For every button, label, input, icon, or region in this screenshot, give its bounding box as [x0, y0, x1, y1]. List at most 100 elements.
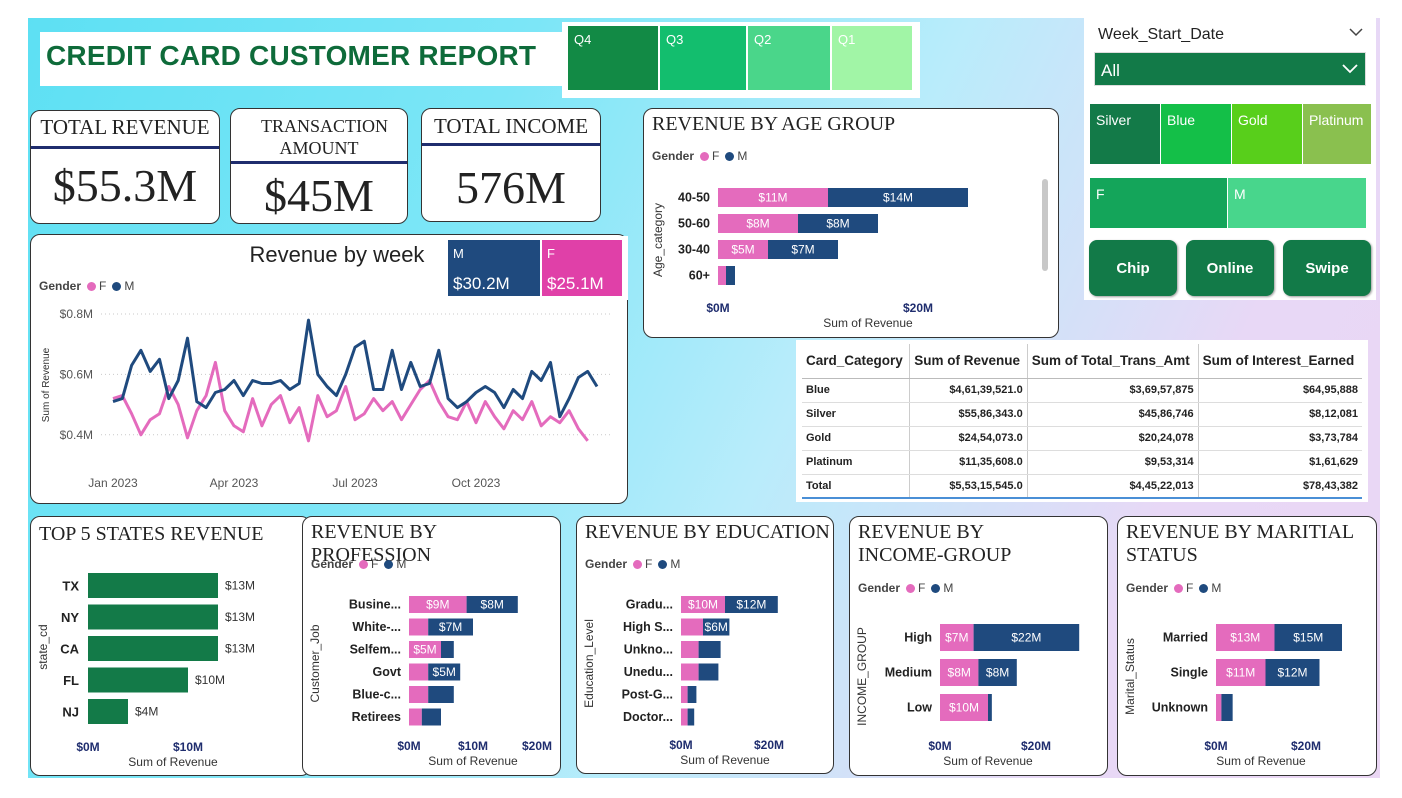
income-bar-chart: High $7M $22M Medium $8M $8M Low $10M $0M $20MSum…: [855, 624, 1080, 768]
kpi-total-income: TOTAL INCOME 576M: [421, 108, 601, 222]
data-label: $7M: [945, 631, 968, 645]
category-label: 40-50: [678, 191, 710, 205]
category-label: 30-40: [678, 243, 710, 257]
table-cell: $45,86,746: [1026, 402, 1199, 427]
table-cell: $9,53,314: [1026, 450, 1199, 475]
age-bar-chart: 40-50 $11M $14M 50-60 $8M $8M 30-40 $5M $7M 60+ $0…: [651, 188, 968, 330]
payment-online-button[interactable]: Online: [1186, 240, 1274, 296]
gender-slicer-f[interactable]: F: [1090, 178, 1227, 228]
x-tick-label: $0M: [76, 740, 99, 754]
y-tick-label: $0.8M: [60, 307, 93, 321]
payment-swipe-button[interactable]: Swipe: [1283, 240, 1371, 296]
data-label: $15M: [1293, 631, 1323, 645]
quarter-q1[interactable]: Q1: [832, 26, 912, 90]
bar: [88, 667, 188, 693]
gender-card-value: $25.1M: [547, 274, 604, 293]
card-category-table: Card_Category Sum of Revenue Sum of Total_…: [796, 340, 1368, 502]
table-cell: $3,69,57,875: [1026, 378, 1199, 403]
x-axis-title: Sum of Revenue: [680, 753, 770, 767]
card-slicer-gold[interactable]: Gold: [1232, 104, 1302, 164]
table-cell: Total: [802, 473, 910, 499]
slicer-label: Blue: [1167, 112, 1196, 128]
bar-f: [1216, 694, 1222, 721]
kpi-value: 576M: [456, 162, 566, 213]
x-axis-title: Sum of Revenue: [1216, 754, 1306, 768]
y-axis-title: Age_category: [651, 203, 665, 277]
kpi-title: TOTAL INCOME: [433, 114, 589, 138]
bar-m: [687, 686, 697, 703]
data-label: $13M: [225, 610, 255, 624]
kpi-value: $55.3M: [52, 160, 198, 211]
education-card: REVENUE BY EDUCATION Gender F M Gradu... $1…: [576, 516, 834, 774]
data-label: $10M: [949, 701, 979, 715]
data-label: $22M: [1011, 631, 1041, 645]
x-tick-label: $10M: [173, 740, 203, 754]
table-cell: Platinum: [802, 450, 910, 475]
category-label: Unkno...: [624, 643, 673, 657]
week-legend: Gender F M: [39, 279, 134, 293]
bar-f: [681, 686, 688, 703]
table-row: Platinum $11,35,608.0 $9,53,314 $1,61,629: [802, 450, 1362, 475]
week-filter-dropdown[interactable]: All: [1094, 52, 1366, 86]
quarter-q3[interactable]: Q3: [660, 26, 746, 90]
column-header[interactable]: Card_Category: [802, 344, 910, 379]
kpi-divider: [231, 161, 407, 164]
category-label: Busine...: [349, 598, 401, 612]
data-label: $8M: [746, 217, 769, 231]
category-label: Doctor...: [623, 710, 673, 724]
quarter-q2[interactable]: Q2: [748, 26, 830, 90]
x-tick-label: Jan 2023: [88, 476, 138, 490]
y-axis-title: Sum of Revenue: [41, 347, 52, 422]
x-tick-label: $0M: [669, 738, 692, 752]
data-label: $13M: [1230, 631, 1260, 645]
payment-chip-button[interactable]: Chip: [1089, 240, 1177, 296]
data-label: $13M: [225, 642, 255, 656]
y-axis-title: INCOME_GROUP: [855, 627, 869, 726]
series-line-f: [112, 360, 589, 443]
category-label: TX: [62, 579, 79, 594]
bar: [88, 573, 218, 598]
x-tick-label: $20M: [754, 738, 784, 752]
bar-f: [681, 618, 703, 636]
card-slicer-silver[interactable]: Silver: [1090, 104, 1160, 164]
category-label: Govt: [373, 665, 402, 679]
x-axis-title: Sum of Revenue: [943, 754, 1033, 768]
bar-m: [1221, 694, 1233, 721]
table-cell: Blue: [802, 378, 910, 403]
report-title: CREDIT CARD CUSTOMER REPORT: [46, 40, 537, 71]
table-cell: $4,61,39,521.0: [909, 378, 1028, 403]
category-label: 50-60: [678, 217, 710, 231]
column-header[interactable]: Sum of Revenue: [909, 344, 1028, 379]
bar-f: [409, 663, 429, 681]
column-header[interactable]: Sum of Interest_Earned: [1197, 344, 1362, 379]
y-tick-label: $0.6M: [60, 367, 93, 381]
kpi-title: TOTAL REVENUE: [40, 115, 210, 139]
gender-slicer-m[interactable]: M: [1228, 178, 1366, 228]
kpi-divider: [31, 146, 219, 149]
table-cell: $4,45,22,013: [1026, 473, 1199, 499]
category-label: Single: [1170, 666, 1208, 680]
category-label: High: [904, 631, 932, 645]
data-label: $8M: [948, 666, 971, 680]
card-slicer-blue[interactable]: Blue: [1161, 104, 1231, 164]
report-title-box: CREDIT CARD CUSTOMER REPORT: [40, 32, 562, 86]
x-tick-label: $20M: [1291, 739, 1321, 753]
table-header-row: Card_Category Sum of Revenue Sum of Total_…: [802, 344, 1362, 379]
scrollbar[interactable]: [1042, 179, 1048, 271]
slicer-label: F: [1096, 186, 1105, 202]
x-tick-label: $0M: [928, 739, 951, 753]
column-header[interactable]: Sum of Total_Trans_Amt: [1026, 344, 1199, 379]
x-axis-title: Sum of Revenue: [823, 316, 913, 330]
quarter-q4[interactable]: Q4: [568, 26, 658, 90]
data-label: $4M: [135, 705, 158, 719]
category-label: NJ: [62, 705, 79, 720]
card-slicer-platinum[interactable]: Platinum: [1303, 104, 1371, 164]
table-cell: $64,95,888: [1197, 378, 1362, 403]
gender-card-value: $30.2M: [453, 274, 510, 293]
bar-f: [681, 708, 688, 726]
data-table: Card_Category Sum of Revenue Sum of Total_…: [802, 344, 1362, 499]
bar-f: [681, 663, 699, 681]
chevron-down-icon[interactable]: [1348, 26, 1364, 38]
category-label: Post-G...: [622, 688, 673, 702]
bar-f: [409, 618, 429, 636]
